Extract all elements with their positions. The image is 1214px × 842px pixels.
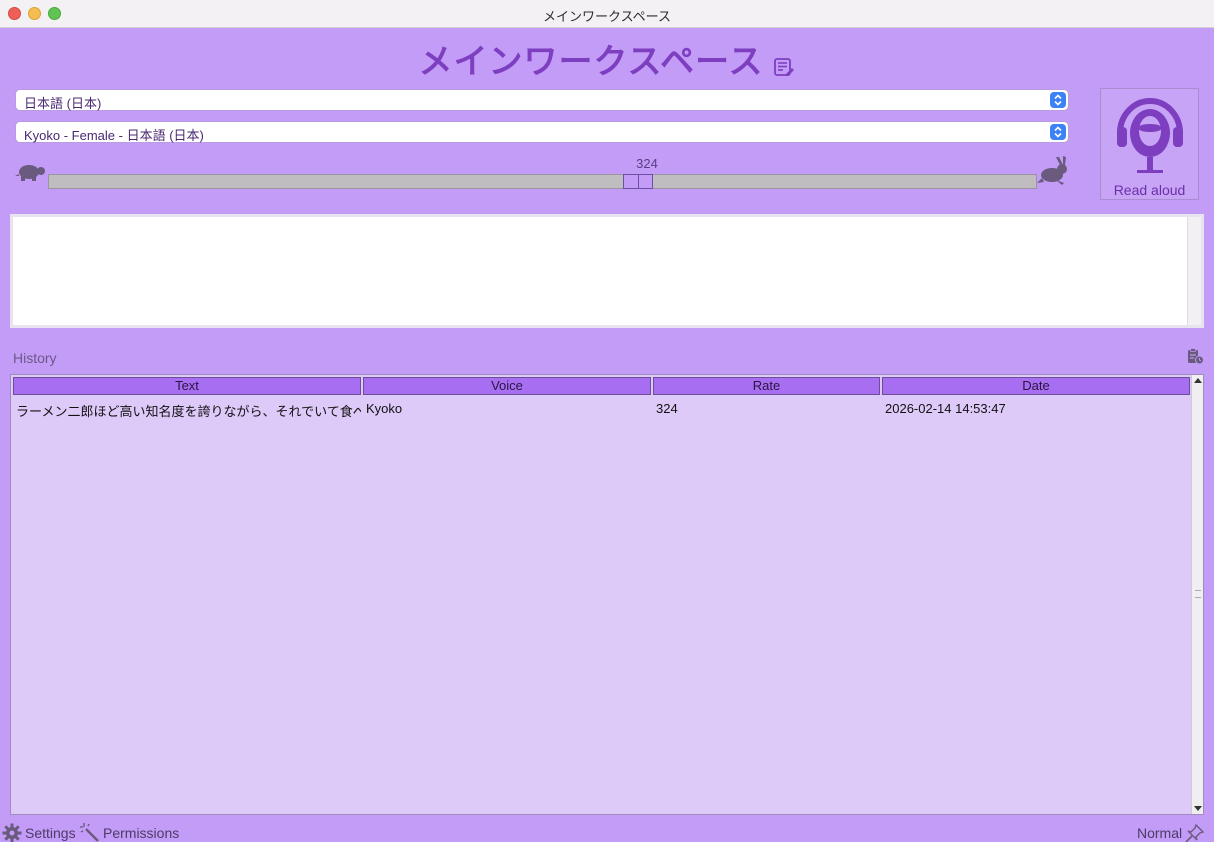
turtle-icon [15, 160, 47, 184]
window-title: メインワークスペース [542, 9, 672, 24]
permissions-label: Permissions [103, 825, 180, 841]
footer-bar: Settings Permissions Normal [0, 820, 1214, 842]
scroll-up-icon[interactable] [1194, 378, 1202, 383]
chevron-updown-icon [1050, 124, 1066, 140]
gear-icon [2, 823, 22, 842]
window-level-label: Normal [1137, 825, 1183, 841]
permissions-button[interactable]: Permissions [80, 823, 179, 842]
magic-wand-icon [80, 823, 99, 842]
language-select-value: 日本語 (日本) [24, 96, 102, 111]
scroll-down-icon[interactable] [1194, 806, 1202, 811]
column-header-voice[interactable]: Voice [363, 377, 651, 395]
rate-slider-thumb[interactable] [623, 174, 653, 189]
column-header-text[interactable]: Text [13, 377, 361, 395]
rate-slider[interactable] [48, 174, 1037, 189]
table-row[interactable]: ラーメン二郎ほど高い知名度を誇りながら、それでいて食べる人 Kyoko 324 … [11, 401, 1180, 420]
window-level-button[interactable]: Normal [1137, 823, 1205, 842]
speaker-head-icon [1117, 98, 1183, 173]
language-select[interactable]: 日本語 (日本) [15, 89, 1069, 111]
cell-rate: 324 [656, 401, 678, 416]
column-header-date[interactable]: Date [882, 377, 1190, 395]
rate-value: 324 [636, 156, 658, 171]
speech-text-input[interactable] [10, 214, 1204, 328]
page-heading: メインワークスペース [0, 34, 1214, 83]
page-title: メインワークスペース [418, 43, 764, 81]
cell-voice: Kyoko [366, 401, 403, 416]
scroll-grip[interactable] [1195, 590, 1201, 598]
chevron-updown-icon [1050, 92, 1066, 108]
voice-select[interactable]: Kyoko - Female - 日本語 (日本) [15, 121, 1069, 143]
title-bar: メインワークスペース [0, 0, 1214, 28]
pin-icon [1185, 823, 1205, 842]
text-scrollbar[interactable] [1187, 217, 1201, 325]
voice-select-value: Kyoko - Female - 日本語 (日本) [24, 128, 204, 143]
settings-label: Settings [25, 825, 76, 841]
cell-text: ラーメン二郎ほど高い知名度を誇りながら、それでいて食べる人 [16, 404, 361, 419]
history-table-header: Text Voice Rate Date [13, 377, 1192, 395]
note-edit-icon[interactable] [773, 48, 795, 76]
read-aloud-label: Read aloud [1113, 182, 1186, 198]
read-aloud-button[interactable]: Read aloud [1100, 88, 1199, 200]
column-header-rate[interactable]: Rate [653, 377, 880, 395]
clipboard-clock-icon[interactable] [1186, 347, 1204, 365]
table-scrollbar[interactable] [1191, 375, 1203, 814]
rabbit-icon [1036, 156, 1070, 186]
history-label: History [13, 350, 57, 366]
history-table: Text Voice Rate Date ラーメン二郎ほど高い知名度を誇りながら… [10, 374, 1204, 815]
cell-date: 2026-02-14 14:53:47 [885, 401, 1006, 416]
settings-button[interactable]: Settings [2, 823, 76, 842]
